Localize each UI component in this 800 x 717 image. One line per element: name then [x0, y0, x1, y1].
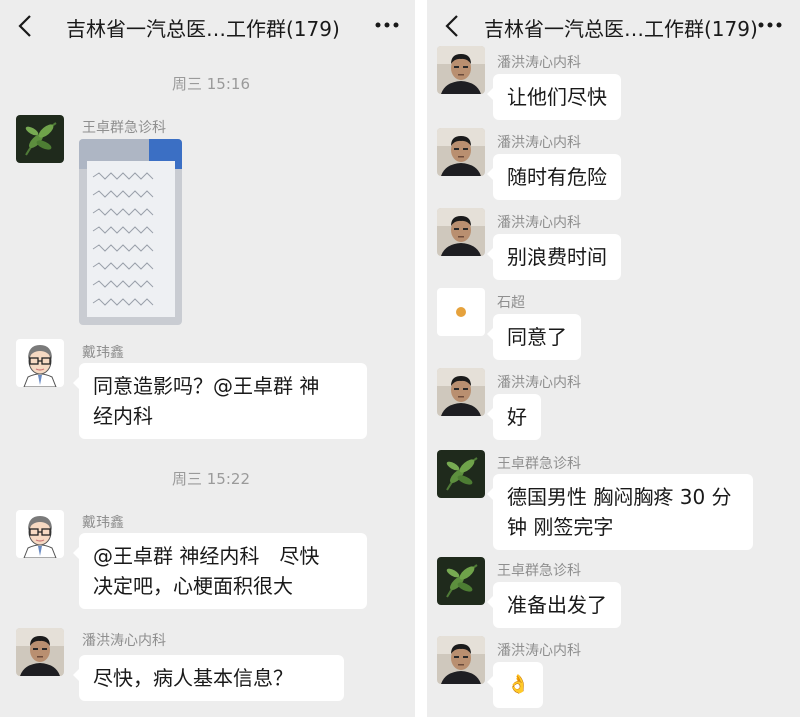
- sender-name: 石超: [497, 295, 525, 311]
- message-bubble[interactable]: 同意造影吗？@王卓群 神 经内科: [73, 363, 367, 439]
- back-arrow-icon[interactable]: [14, 13, 38, 39]
- leaf-avatar[interactable]: [437, 557, 485, 605]
- orange-dot-avatar[interactable]: [437, 288, 485, 336]
- sender-name: 王卓群急诊科: [82, 120, 166, 136]
- timestamp: 周三 15:16: [172, 75, 250, 93]
- sender-name: 潘洪涛心内科: [82, 633, 166, 649]
- message-bubble[interactable]: 让他们尽快: [487, 74, 621, 120]
- message-bubble[interactable]: @王卓群 神经内科 尽快 决定吧，心梗面积很大: [73, 533, 367, 609]
- chat-title: 吉林省一汽总医…工作群(179): [66, 17, 340, 41]
- chat-header: 吉林省一汽总医…工作群(179): [0, 0, 415, 52]
- message-bubble[interactable]: 好: [487, 394, 541, 440]
- sender-name: 戴玮鑫: [82, 345, 124, 361]
- man-photo-avatar[interactable]: [16, 628, 64, 676]
- man-photo-avatar[interactable]: [437, 368, 485, 416]
- doctor-cartoon-avatar[interactable]: [16, 339, 64, 387]
- sender-name: 潘洪涛心内科: [497, 135, 581, 151]
- message-bubble[interactable]: 同意了: [487, 314, 581, 360]
- man-photo-avatar[interactable]: [437, 208, 485, 256]
- back-arrow-icon[interactable]: [441, 13, 465, 39]
- message-bubble[interactable]: 德国男性 胸闷胸疼 30 分 钟 刚签完字: [487, 474, 753, 550]
- sender-name: 王卓群急诊科: [497, 563, 581, 579]
- sender-name: 王卓群急诊科: [497, 456, 581, 472]
- message-bubble[interactable]: 别浪费时间: [487, 234, 621, 280]
- chat-header: 吉林省一汽总医…工作群(179): [427, 0, 800, 52]
- timestamp: 周三 15:22: [172, 470, 250, 488]
- message-bubble[interactable]: 随时有危险: [487, 154, 621, 200]
- panel-divider: [415, 0, 427, 717]
- doctor-cartoon-avatar[interactable]: [16, 510, 64, 558]
- sender-name: 潘洪涛心内科: [497, 215, 581, 231]
- sender-name: 潘洪涛心内科: [497, 375, 581, 391]
- more-options-icon[interactable]: [757, 12, 783, 38]
- man-photo-avatar[interactable]: [437, 128, 485, 176]
- leaf-avatar[interactable]: [16, 115, 64, 163]
- man-photo-avatar[interactable]: [437, 46, 485, 94]
- right-chat-panel: 吉林省一汽总医…工作群(179) 潘洪涛心内科 让他们尽快 潘洪涛心内科 随时有…: [427, 0, 800, 717]
- message-bubble[interactable]: 准备出发了: [487, 582, 621, 628]
- leaf-avatar[interactable]: [437, 450, 485, 498]
- message-bubble[interactable]: 👌: [486, 662, 544, 708]
- left-chat-panel: 吉林省一汽总医…工作群(179) 周三 15:16 王卓群急诊科 戴玮鑫 同意造…: [0, 0, 415, 717]
- sender-name: 潘洪涛心内科: [497, 643, 581, 659]
- man-photo-avatar[interactable]: [437, 636, 485, 684]
- sender-name: 戴玮鑫: [82, 515, 124, 531]
- message-bubble[interactable]: 尽快，病人基本信息？: [73, 655, 344, 701]
- ecg-report-photo[interactable]: [79, 139, 182, 325]
- more-options-icon[interactable]: [374, 12, 400, 38]
- sender-name: 潘洪涛心内科: [497, 55, 581, 71]
- chat-title: 吉林省一汽总医…工作群(179): [484, 17, 758, 41]
